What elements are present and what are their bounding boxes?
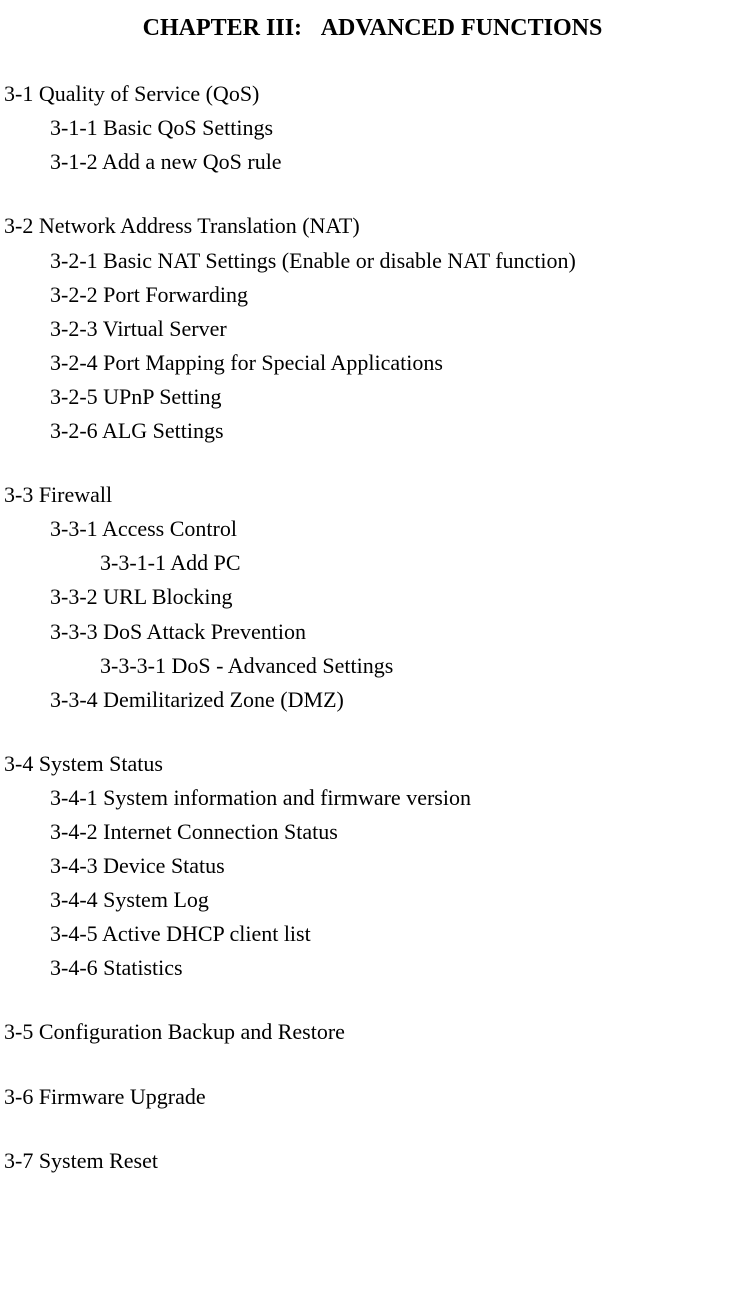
chapter-heading: CHAPTER III: ADVANCED FUNCTIONS — [0, 10, 745, 47]
toc-entry-3-4-4: 3-4-4 System Log — [0, 883, 745, 917]
toc-entry-3-2-2: 3-2-2 Port Forwarding — [0, 278, 745, 312]
section-3-3: 3-3 Firewall 3-3-1 Access Control 3-3-1-… — [0, 478, 745, 717]
toc-entry-3-4-3: 3-4-3 Device Status — [0, 849, 745, 883]
toc-entry-3-4-5: 3-4-5 Active DHCP client list — [0, 917, 745, 951]
section-3-1: 3-1 Quality of Service (QoS) 3-1-1 Basic… — [0, 77, 745, 179]
toc-entry-3-4-6: 3-4-6 Statistics — [0, 951, 745, 985]
toc-entry-3-4-1: 3-4-1 System information and firmware ve… — [0, 781, 745, 815]
toc-entry-3-1: 3-1 Quality of Service (QoS) — [0, 77, 745, 111]
toc-entry-3-4-2: 3-4-2 Internet Connection Status — [0, 815, 745, 849]
toc-entry-3-1-2: 3-1-2 Add a new QoS rule — [0, 145, 745, 179]
section-3-2: 3-2 Network Address Translation (NAT) 3-… — [0, 209, 745, 448]
section-3-5: 3-5 Configuration Backup and Restore — [0, 1015, 745, 1049]
toc-entry-3-1-1: 3-1-1 Basic QoS Settings — [0, 111, 745, 145]
toc-entry-3-2-3: 3-2-3 Virtual Server — [0, 312, 745, 346]
toc-entry-3-5: 3-5 Configuration Backup and Restore — [0, 1015, 745, 1049]
toc-entry-3-2-4: 3-2-4 Port Mapping for Special Applicati… — [0, 346, 745, 380]
section-3-7: 3-7 System Reset — [0, 1144, 745, 1178]
toc-entry-3-4: 3-4 System Status — [0, 747, 745, 781]
toc-entry-3-2: 3-2 Network Address Translation (NAT) — [0, 209, 745, 243]
toc-entry-3-2-1: 3-2-1 Basic NAT Settings (Enable or disa… — [0, 244, 745, 278]
section-3-4: 3-4 System Status 3-4-1 System informati… — [0, 747, 745, 986]
toc-entry-3-6: 3-6 Firmware Upgrade — [0, 1080, 745, 1114]
toc-entry-3-3-2: 3-3-2 URL Blocking — [0, 580, 745, 614]
section-3-6: 3-6 Firmware Upgrade — [0, 1080, 745, 1114]
toc-entry-3-2-6: 3-2-6 ALG Settings — [0, 414, 745, 448]
toc-entry-3-3: 3-3 Firewall — [0, 478, 745, 512]
chapter-prefix: CHAPTER III: — [143, 15, 302, 41]
toc-entry-3-3-3-1: 3-3-3-1 DoS - Advanced Settings — [0, 649, 745, 683]
toc-entry-3-7: 3-7 System Reset — [0, 1144, 745, 1178]
toc-entry-3-3-1-1: 3-3-1-1 Add PC — [0, 546, 745, 580]
toc-entry-3-2-5: 3-2-5 UPnP Setting — [0, 380, 745, 414]
toc-entry-3-3-3: 3-3-3 DoS Attack Prevention — [0, 615, 745, 649]
chapter-title-text: ADVANCED FUNCTIONS — [321, 15, 603, 41]
toc-entry-3-3-1: 3-3-1 Access Control — [0, 512, 745, 546]
toc-entry-3-3-4: 3-3-4 Demilitarized Zone (DMZ) — [0, 683, 745, 717]
